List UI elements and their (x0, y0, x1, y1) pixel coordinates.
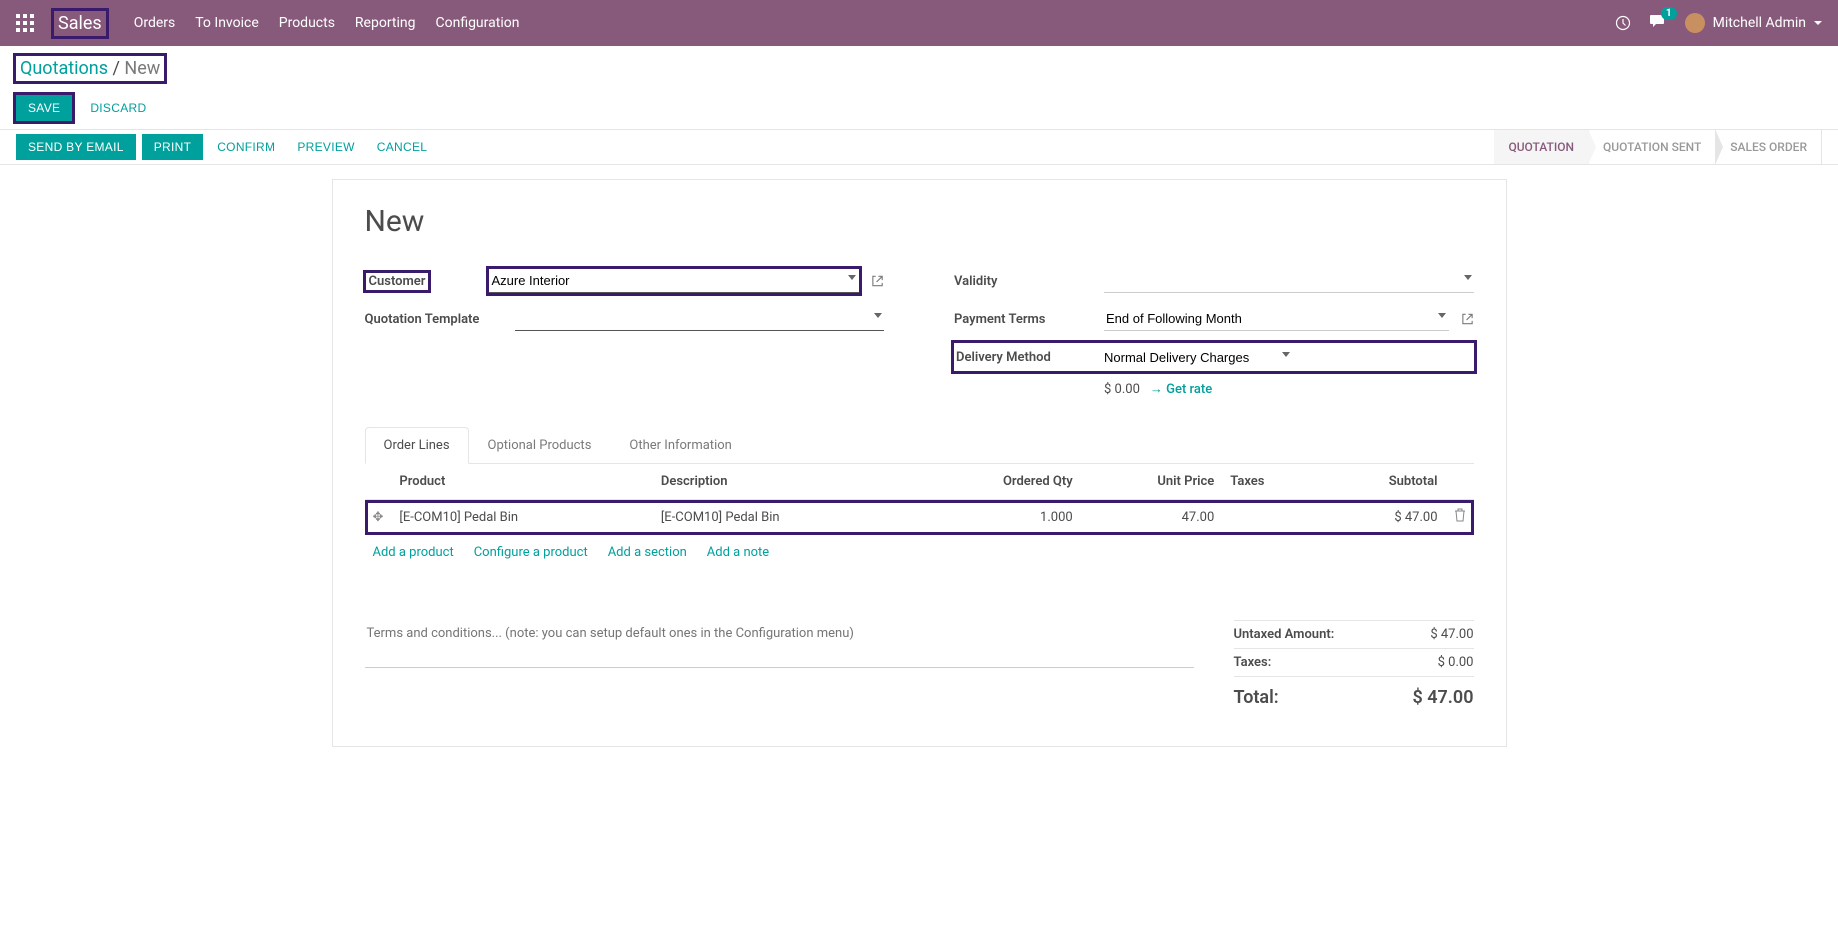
preview-button[interactable]: PREVIEW (289, 134, 362, 160)
tab-other-information[interactable]: Other Information (610, 427, 750, 464)
cell-product[interactable]: [E-COM10] Pedal Bin (391, 500, 652, 535)
untaxed-value: $ 47.00 (1430, 627, 1473, 642)
drag-handle-icon[interactable]: ✥ (365, 500, 392, 535)
cell-unit-price[interactable]: 47.00 (1081, 500, 1223, 535)
taxes-value: $ 0.00 (1438, 655, 1474, 670)
taxes-label: Taxes: (1234, 655, 1272, 670)
cell-taxes[interactable] (1222, 500, 1319, 535)
label-validity: Validity (954, 274, 1104, 289)
order-lines-table: Product Description Ordered Qty Unit Pri… (365, 464, 1474, 535)
print-button[interactable]: PRINT (142, 134, 204, 160)
user-menu[interactable]: Mitchell Admin (1685, 13, 1822, 33)
messages-badge: 1 (1661, 7, 1677, 20)
table-row[interactable]: ✥ [E-COM10] Pedal Bin [E-COM10] Pedal Bi… (365, 500, 1474, 535)
clock-icon[interactable] (1615, 15, 1631, 31)
add-product-link[interactable]: Add a product (373, 545, 454, 560)
col-product: Product (391, 464, 652, 500)
tabs: Order Lines Optional Products Other Info… (365, 427, 1474, 464)
delivery-dropdown-icon[interactable] (1282, 352, 1290, 357)
cancel-button[interactable]: CANCEL (369, 134, 435, 160)
confirm-button[interactable]: CONFIRM (209, 134, 283, 160)
add-section-link[interactable]: Add a section (608, 545, 687, 560)
rate-amount: $ 0.00 (1104, 382, 1140, 397)
status-sales-order[interactable]: SALES ORDER (1716, 129, 1822, 165)
send-email-button[interactable]: SEND BY EMAIL (16, 134, 136, 160)
customer-dropdown-icon[interactable] (848, 275, 856, 280)
messages-icon[interactable]: 1 (1649, 13, 1667, 33)
external-link-icon[interactable] (871, 274, 884, 288)
col-unit-price: Unit Price (1081, 464, 1223, 500)
save-button[interactable]: SAVE (16, 95, 72, 121)
nav-reporting[interactable]: Reporting (355, 15, 416, 31)
quotation-template-input[interactable] (515, 307, 885, 331)
form-sheet: New Customer Quotation Template (332, 179, 1507, 747)
top-nav: Sales Orders To Invoice Products Reporti… (0, 0, 1838, 46)
delivery-method-row: Delivery Method (954, 343, 1474, 371)
cell-qty[interactable]: 1.000 (914, 500, 1080, 535)
add-note-link[interactable]: Add a note (707, 545, 769, 560)
payment-terms-dropdown-icon[interactable] (1438, 313, 1446, 318)
cell-description[interactable]: [E-COM10] Pedal Bin (653, 500, 914, 535)
nav-configuration[interactable]: Configuration (435, 15, 519, 31)
breadcrumb-quotations[interactable]: Quotations (20, 58, 108, 79)
add-links: Add a product Configure a product Add a … (365, 535, 1474, 620)
total-value: $ 47.00 (1412, 687, 1473, 708)
status-quotation-sent[interactable]: QUOTATION SENT (1589, 129, 1716, 165)
status-bar: QUOTATION QUOTATION SENT SALES ORDER (1494, 129, 1822, 165)
nav-to-invoice[interactable]: To Invoice (195, 15, 259, 31)
customer-input[interactable] (489, 269, 858, 293)
tab-optional-products[interactable]: Optional Products (469, 427, 611, 464)
action-bar: SEND BY EMAIL PRINT CONFIRM PREVIEW CANC… (0, 129, 1838, 165)
label-payment-terms: Payment Terms (954, 312, 1104, 327)
col-subtotal: Subtotal (1320, 464, 1446, 500)
cell-subtotal: $ 47.00 (1320, 500, 1446, 535)
app-brand[interactable]: Sales (54, 11, 106, 36)
terms-input[interactable] (365, 620, 1194, 668)
label-customer: Customer (365, 272, 430, 291)
avatar (1685, 13, 1705, 33)
breadcrumb-sep: / (108, 58, 124, 79)
chevron-down-icon (1814, 19, 1822, 27)
col-qty: Ordered Qty (914, 464, 1080, 500)
label-delivery-method: Delivery Method (956, 350, 1102, 365)
payment-terms-external-icon[interactable] (1461, 312, 1474, 326)
template-dropdown-icon[interactable] (874, 313, 882, 318)
validity-input[interactable] (1104, 269, 1474, 293)
totals: Untaxed Amount: $ 47.00 Taxes: $ 0.00 To… (1234, 620, 1474, 714)
nav-menu: Orders To Invoice Products Reporting Con… (134, 15, 520, 31)
nav-products[interactable]: Products (279, 15, 335, 31)
untaxed-label: Untaxed Amount: (1234, 627, 1335, 642)
nav-right: 1 Mitchell Admin (1615, 13, 1822, 33)
payment-terms-input[interactable] (1104, 307, 1449, 331)
col-taxes: Taxes (1222, 464, 1319, 500)
validity-dropdown-icon[interactable] (1464, 275, 1472, 280)
sheet-wrap: New Customer Quotation Template (0, 165, 1838, 787)
breadcrumb: Quotations / New (16, 56, 164, 81)
col-description: Description (653, 464, 914, 500)
status-quotation[interactable]: QUOTATION (1494, 129, 1589, 165)
get-rate-link[interactable]: → Get rate (1150, 381, 1212, 397)
user-name: Mitchell Admin (1713, 15, 1806, 31)
delivery-method-input[interactable] (1102, 346, 1292, 369)
total-label: Total: (1234, 687, 1279, 708)
delete-row-icon[interactable] (1446, 500, 1474, 535)
control-area: Quotations / New SAVE DISCARD (0, 46, 1838, 129)
breadcrumb-current: New (124, 58, 160, 79)
tab-order-lines[interactable]: Order Lines (365, 427, 469, 464)
apps-icon[interactable] (16, 14, 34, 32)
configure-product-link[interactable]: Configure a product (474, 545, 588, 560)
nav-orders[interactable]: Orders (134, 15, 176, 31)
discard-button[interactable]: DISCARD (82, 95, 154, 121)
label-quotation-template: Quotation Template (365, 312, 515, 327)
page-title: New (365, 204, 1474, 239)
